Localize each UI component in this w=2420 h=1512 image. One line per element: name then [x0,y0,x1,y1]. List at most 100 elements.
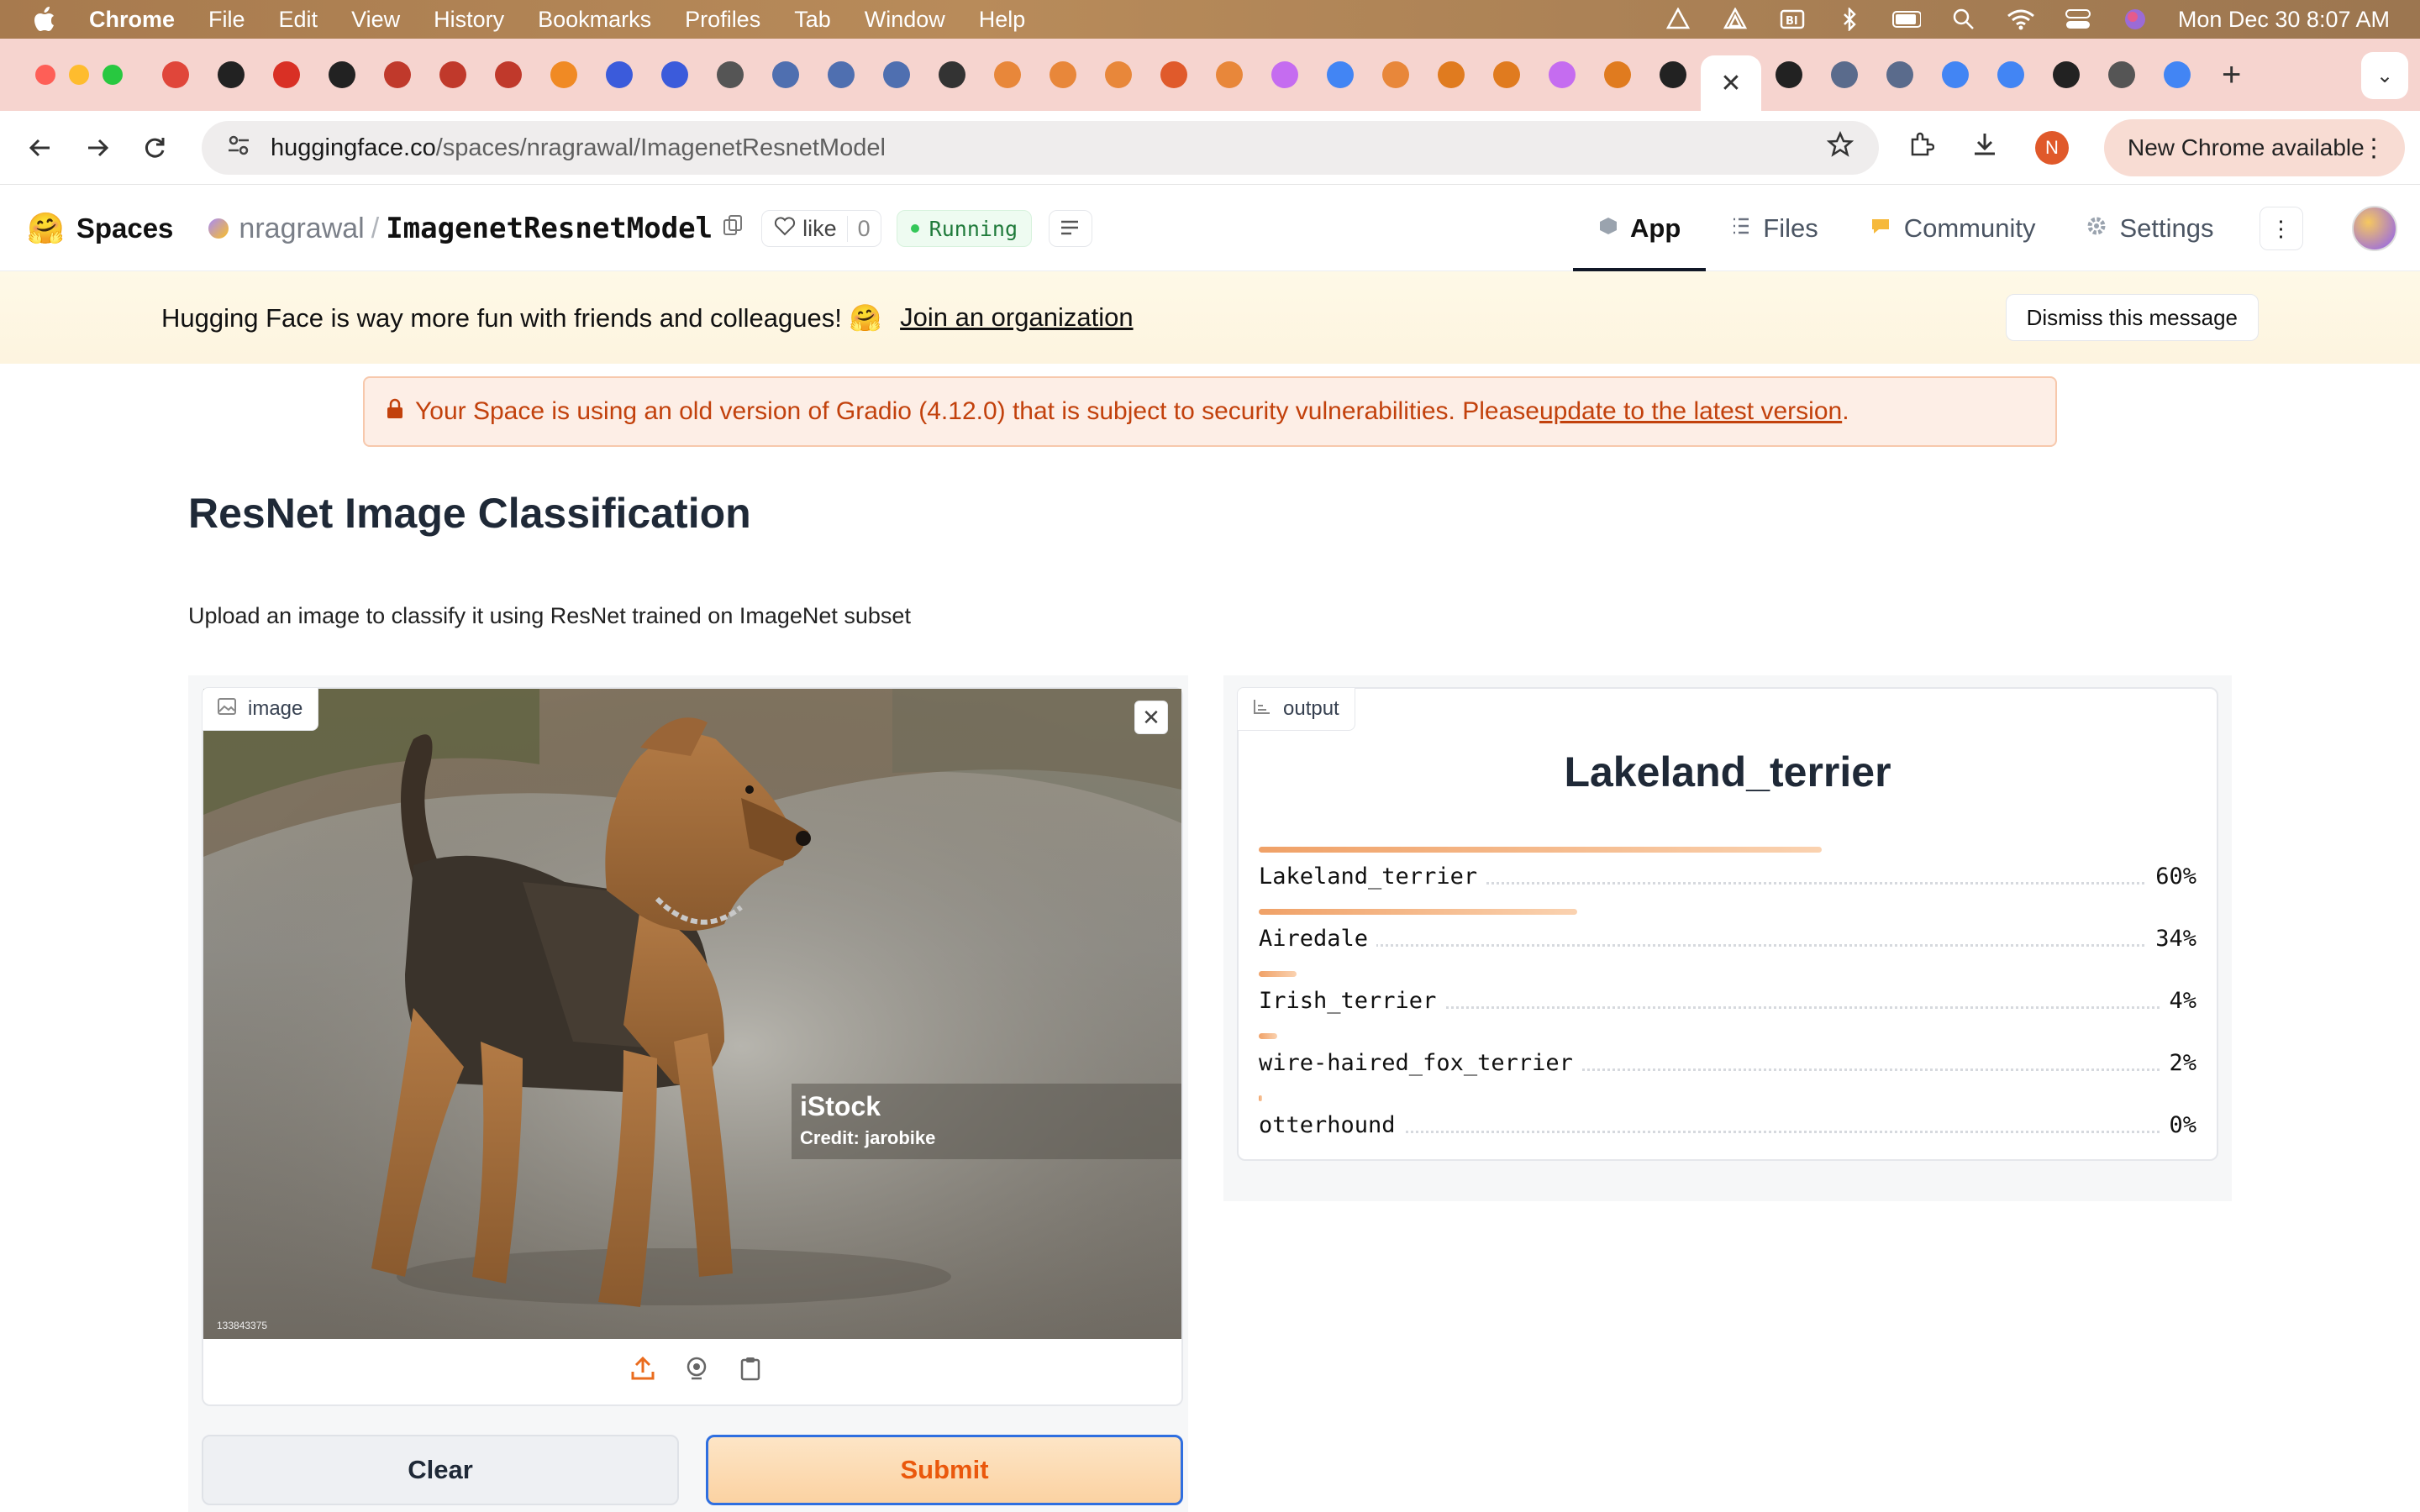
wifi-icon[interactable] [2007,8,2035,31]
browser-tab[interactable] [1257,50,1313,100]
browser-tab[interactable] [481,50,536,100]
browser-tab[interactable] [2149,50,2205,100]
siri-icon[interactable] [2121,8,2149,31]
confidence-row[interactable]: wire-haired_fox_terrier 2% [1259,1030,2196,1092]
download-icon[interactable] [1971,131,1998,165]
browser-tab[interactable] [1590,50,1645,100]
site-info-icon[interactable] [227,134,250,163]
browser-tab[interactable] [314,50,370,100]
browser-tab[interactable] [813,50,869,100]
remove-image-button[interactable]: ✕ [1134,701,1168,734]
join-organization-link[interactable]: Join an organization [900,302,1133,333]
browser-tab[interactable] [758,50,813,100]
status-badge[interactable]: Running [896,210,1033,247]
dismiss-message-button[interactable]: Dismiss this message [2005,294,2259,341]
profile-avatar[interactable]: N [2035,131,2069,165]
owner-link[interactable]: nragrawal [239,213,364,245]
browser-tab[interactable] [1645,50,1701,100]
new-chrome-available-button[interactable]: New Chrome available ⋮ [2104,119,2405,176]
browser-tab[interactable] [1423,50,1479,100]
close-window-button[interactable] [35,65,55,85]
browser-tab[interactable] [370,50,425,100]
menu-profiles[interactable]: Profiles [685,7,760,33]
browser-tab[interactable] [1091,50,1146,100]
tab-files[interactable]: Files [1706,186,1843,271]
menu-bar-clock[interactable]: Mon Dec 30 8:07 AM [2178,7,2390,33]
logs-button[interactable] [1049,210,1093,247]
browser-tab[interactable] [980,50,1035,100]
browser-tab[interactable] [1313,50,1368,100]
submit-button[interactable]: Submit [706,1435,1183,1505]
webcam-icon[interactable] [684,1356,709,1388]
browser-tab[interactable] [425,50,481,100]
bartender-icon[interactable]: BI [1778,8,1807,31]
tab-search-menu-button[interactable]: ⌄ [2361,52,2408,99]
like-button[interactable]: like 0 [761,210,881,247]
browser-tab[interactable] [1146,50,1202,100]
browser-tab[interactable] [869,50,924,100]
browser-tab[interactable] [1817,50,1872,100]
menu-tab[interactable]: Tab [794,7,831,33]
tree-alt-icon[interactable] [1721,8,1749,31]
bookmark-star-icon[interactable] [1826,130,1854,165]
zoom-window-button[interactable] [103,65,123,85]
upload-icon[interactable] [630,1356,655,1388]
browser-tab[interactable] [203,50,259,100]
tab-active-close-button[interactable]: ✕ [1701,55,1761,111]
forward-button[interactable] [81,131,114,165]
browser-tab[interactable] [1202,50,1257,100]
control-center-icon[interactable] [2064,8,2092,31]
extensions-icon[interactable] [1907,131,1935,165]
browser-tab[interactable] [1983,50,2039,100]
address-bar[interactable]: huggingface.co/spaces/nragrawal/Imagenet… [202,121,1879,175]
tab-settings[interactable]: Settings [2060,186,2238,271]
update-gradio-link[interactable]: update to the latest version [1539,397,1842,426]
browser-tab[interactable] [924,50,980,100]
browser-tab[interactable] [1479,50,1534,100]
menu-view[interactable]: View [351,7,400,33]
copy-icon[interactable] [723,214,743,243]
reload-button[interactable] [138,131,171,165]
clear-button[interactable]: Clear [202,1435,679,1505]
battery-icon[interactable] [1891,8,1921,31]
bluetooth-icon[interactable] [1835,8,1864,31]
browser-tab[interactable] [592,50,647,100]
browser-tab[interactable] [1035,50,1091,100]
menu-history[interactable]: History [434,7,504,33]
tree-icon[interactable] [1664,8,1692,31]
browser-tab[interactable] [1872,50,1928,100]
minimize-window-button[interactable] [69,65,89,85]
clipboard-icon[interactable] [738,1356,763,1388]
browser-tab[interactable] [259,50,314,100]
confidence-row[interactable]: Irish_terrier 4% [1259,968,2196,1030]
browser-tab[interactable] [1928,50,1983,100]
browser-tab[interactable] [1368,50,1423,100]
browser-tab[interactable] [1761,50,1817,100]
more-vertical-icon[interactable]: ⋮ [2361,134,2386,163]
menu-help[interactable]: Help [979,7,1026,33]
repo-name[interactable]: ImagenetResnetModel [386,212,713,245]
spaces-link[interactable]: Spaces [76,213,174,244]
browser-tab[interactable] [2039,50,2094,100]
menu-edit[interactable]: Edit [279,7,318,33]
browser-tab[interactable] [702,50,758,100]
menu-file[interactable]: File [208,7,245,33]
more-options-button[interactable]: ⋮ [2259,207,2303,250]
confidence-row[interactable]: Lakeland_terrier 60% [1259,843,2196,906]
browser-tab[interactable] [148,50,203,100]
browser-tab[interactable] [2094,50,2149,100]
menu-bookmarks[interactable]: Bookmarks [538,7,651,33]
confidence-row[interactable]: otterhound 0% [1259,1092,2196,1154]
confidence-row[interactable]: Airedale 34% [1259,906,2196,968]
menu-app-chrome[interactable]: Chrome [89,7,175,33]
hugging-face-logo-icon[interactable]: 🤗 [27,211,65,246]
tab-community[interactable]: Community [1844,186,2061,271]
menu-window[interactable]: Window [865,7,945,33]
browser-tab[interactable] [536,50,592,100]
new-tab-button[interactable]: + [2222,56,2241,94]
user-avatar[interactable] [2351,206,2397,251]
tab-app[interactable]: App [1573,186,1707,271]
search-icon[interactable] [1949,8,1978,31]
browser-tab[interactable] [647,50,702,100]
apple-logo-icon[interactable] [34,7,55,32]
